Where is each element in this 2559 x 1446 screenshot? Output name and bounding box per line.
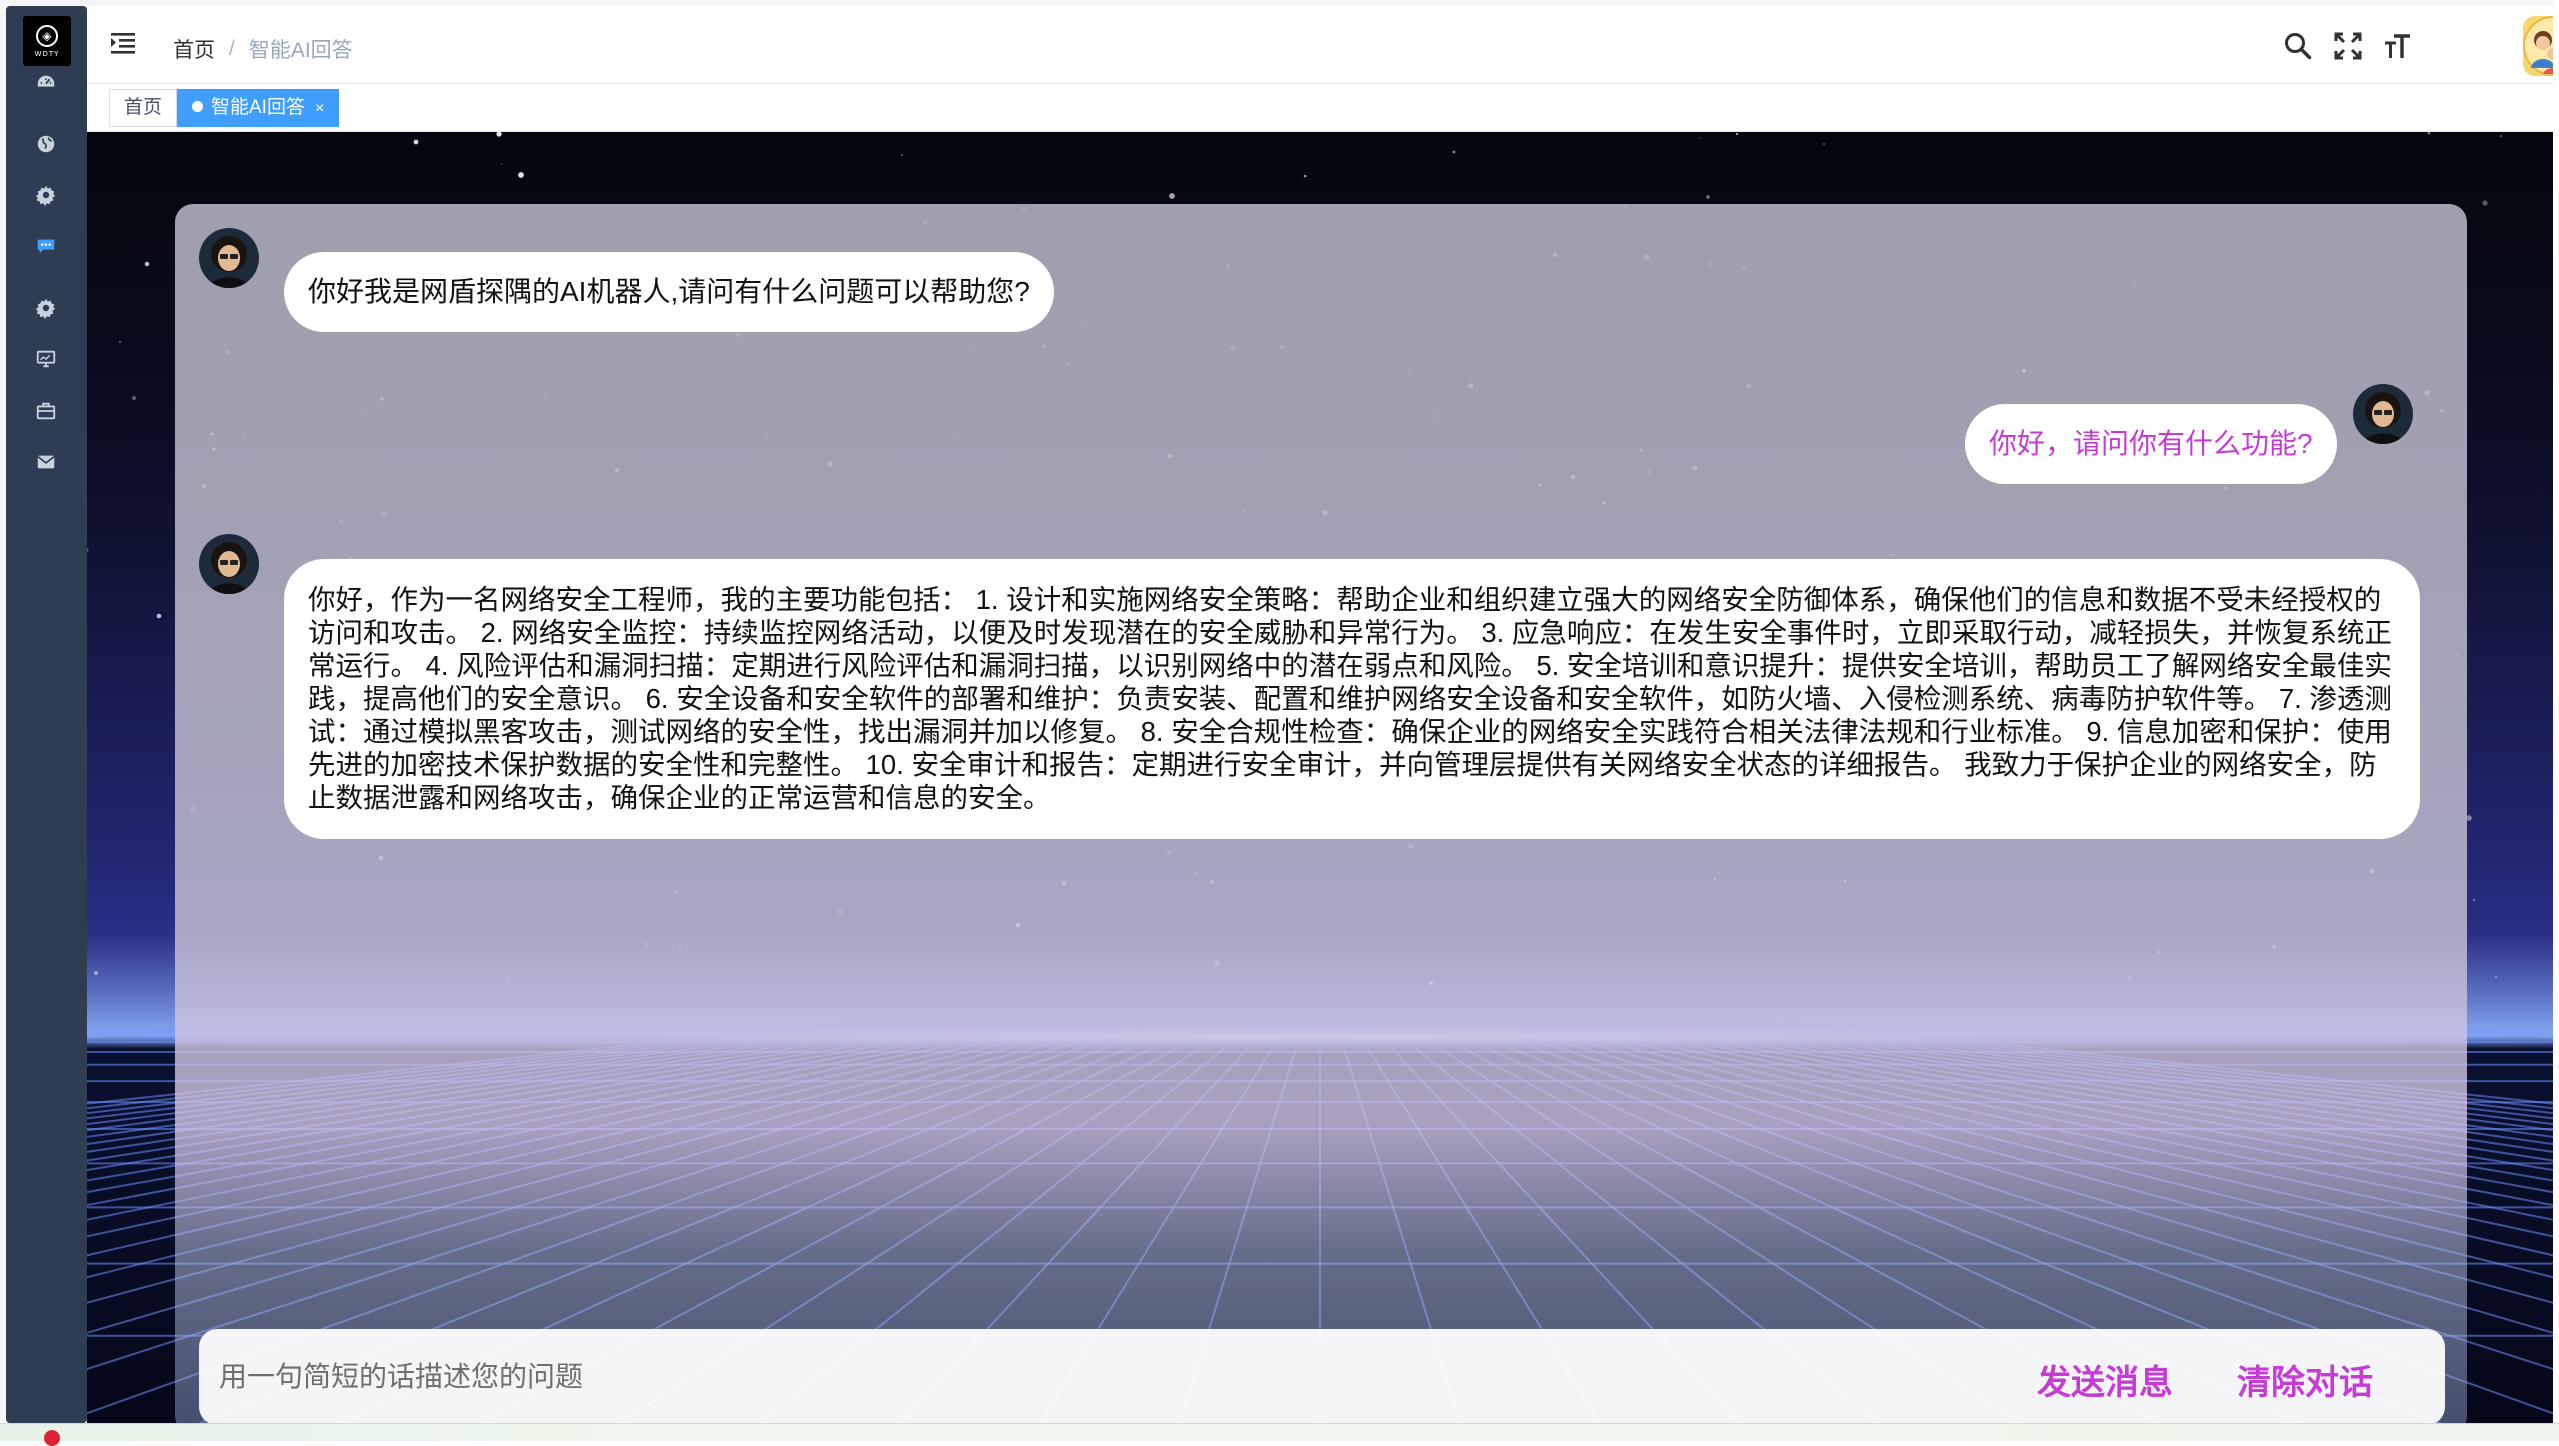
mail-icon xyxy=(37,455,55,469)
star xyxy=(1699,137,1701,139)
tags-view: 首页 智能AI回答 × xyxy=(87,84,2553,132)
question-input[interactable] xyxy=(219,1353,1919,1401)
star xyxy=(1706,195,1710,199)
tag-home[interactable]: 首页 xyxy=(109,89,178,127)
user-message-avatar-image xyxy=(2353,384,2413,444)
bot-avatar xyxy=(199,534,259,594)
sidebar-item-globe[interactable] xyxy=(32,130,60,158)
dashboard-icon xyxy=(37,75,55,87)
user-message-bubble: 你好，请问你有什么功能? xyxy=(1965,404,2337,484)
bot-message-bubble: 你好我是网盾探隅的AI机器人,请问有什么问题可以帮助您? xyxy=(284,252,1054,332)
taskbar-app-icon xyxy=(44,1430,60,1446)
search-icon[interactable] xyxy=(2282,30,2314,62)
sidebar-item-dashboard[interactable] xyxy=(32,68,60,96)
star xyxy=(518,172,524,178)
bot-avatar-image xyxy=(199,534,259,594)
star xyxy=(1303,174,1307,178)
tag-label: 智能AI回答 xyxy=(211,97,305,118)
chat-icon xyxy=(37,239,55,254)
breadcrumb-current: 智能AI回答 xyxy=(248,39,353,62)
star xyxy=(2494,975,2498,979)
app-root: ◈ WDTY 首页 / 智能AI回答 首页 智能AI回答 × 你好我是网盾探隅的… xyxy=(0,0,2559,1446)
star xyxy=(2500,135,2502,137)
star xyxy=(2466,815,2472,821)
star xyxy=(1735,132,1739,136)
breadcrumb: 首页 / 智能AI回答 xyxy=(173,34,353,64)
sidebar: ◈ WDTY xyxy=(6,6,87,1423)
bot-message-bubble: 你好，作为一名网络安全工程师，我的主要功能包括： 1. 设计和实施网络安全策略：… xyxy=(284,559,2420,839)
star xyxy=(131,395,137,401)
bot-avatar-image xyxy=(199,228,259,288)
star xyxy=(156,613,162,619)
taskbar-strip xyxy=(0,1423,2559,1446)
sidebar-item-settings[interactable] xyxy=(32,181,60,209)
star xyxy=(144,261,150,267)
star xyxy=(1452,150,1456,154)
star xyxy=(2472,898,2476,902)
hamburger-icon[interactable] xyxy=(109,30,137,56)
logo-text: WDTY xyxy=(34,49,60,58)
tag-label: 首页 xyxy=(124,97,163,118)
window-edge xyxy=(2553,0,2559,1423)
briefcase-icon xyxy=(36,402,56,420)
sidebar-item-briefcase[interactable] xyxy=(32,397,60,425)
active-dot-icon xyxy=(192,101,203,112)
sidebar-item-mail[interactable] xyxy=(32,448,60,476)
star xyxy=(93,970,99,976)
breadcrumb-home[interactable]: 首页 xyxy=(173,34,215,64)
star xyxy=(2482,200,2488,206)
fullscreen-icon[interactable] xyxy=(2332,30,2364,62)
star xyxy=(901,154,903,156)
top-navbar: 首页 / 智能AI回答 xyxy=(87,6,2559,84)
logo[interactable]: ◈ WDTY xyxy=(23,16,71,66)
chat-panel: 你好我是网盾探隅的AI机器人,请问有什么问题可以帮助您? 你好，请问你有什么功能… xyxy=(175,204,2467,1434)
sidebar-item-chat[interactable] xyxy=(32,232,60,260)
send-message-button[interactable]: 发送消息 xyxy=(2037,1355,2173,1404)
star xyxy=(501,163,503,165)
gear-icon xyxy=(35,298,56,319)
star xyxy=(119,341,121,343)
logo-mark-icon: ◈ xyxy=(36,24,58,47)
globe-icon xyxy=(37,135,55,153)
clear-conversation-button[interactable]: 清除对话 xyxy=(2237,1355,2373,1404)
star xyxy=(1169,193,1175,199)
gear-icon xyxy=(35,185,56,206)
user-message-avatar xyxy=(2353,384,2413,444)
star xyxy=(1823,143,1825,145)
sidebar-item-settings-2[interactable] xyxy=(32,294,60,322)
tag-ai-answer[interactable]: 智能AI回答 × xyxy=(177,89,340,127)
star xyxy=(413,139,419,145)
sidebar-item-monitor[interactable] xyxy=(32,345,60,373)
breadcrumb-separator: / xyxy=(229,37,235,60)
message-composer: 发送消息 清除对话 xyxy=(199,1329,2445,1425)
monitor-icon xyxy=(36,350,56,368)
font-size-icon[interactable] xyxy=(2382,30,2414,62)
bot-avatar xyxy=(199,228,259,288)
close-icon[interactable]: × xyxy=(315,100,324,117)
